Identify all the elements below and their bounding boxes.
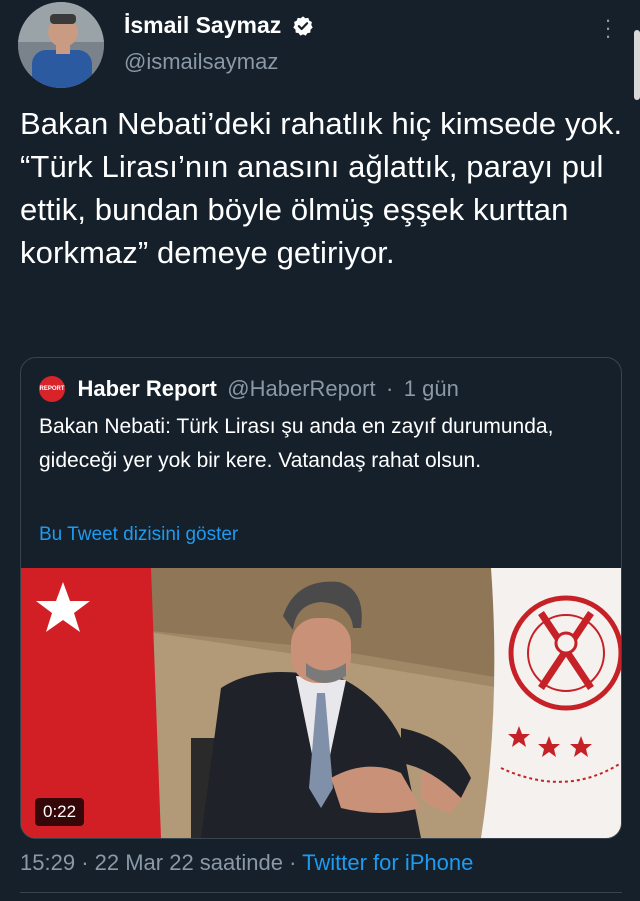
quoted-separator: · (386, 376, 394, 401)
tweet-header: İsmail Saymaz @ismailsaymaz · · · (18, 0, 622, 100)
divider (20, 892, 622, 893)
quoted-tweet-header: REPORT Haber Report @HaberReport · 1 gün (39, 376, 459, 406)
quoted-tweet-text: Bakan Nebati: Türk Lirası şu anda en zay… (39, 415, 554, 472)
tweet-text: Bakan Nebati’deki rahatlık hiç kimsede y… (20, 106, 623, 270)
author-names: İsmail Saymaz @ismailsaymaz (124, 12, 314, 75)
more-options-icon[interactable]: · · · (598, 9, 618, 47)
quoted-time: 1 gün (403, 376, 459, 401)
verified-badge-icon (293, 15, 313, 36)
haber-report-logo: REPORT (39, 376, 65, 402)
video-frame (21, 568, 621, 838)
profile-photo (18, 2, 104, 88)
tweet-meta: 15:29 · 22 Mar 22 saatinde · Twitter for… (20, 850, 473, 876)
tweet-time[interactable]: 15:29 (20, 850, 75, 875)
meta-separator: · (289, 850, 297, 875)
show-thread-link[interactable]: Bu Tweet dizisini göster (39, 524, 238, 546)
tweet-source[interactable]: Twitter for iPhone (302, 850, 473, 875)
avatar[interactable] (18, 2, 104, 88)
author-display-name[interactable]: İsmail Saymaz (124, 12, 281, 39)
quoted-tweet[interactable]: REPORT Haber Report @HaberReport · 1 gün… (20, 357, 622, 839)
video-duration: 0:22 (35, 798, 85, 826)
video-thumbnail[interactable]: 0:22 (21, 568, 621, 838)
meta-separator: · (81, 850, 89, 875)
quoted-handle: @HaberReport (227, 376, 376, 401)
author-handle[interactable]: @ismailsaymaz (124, 49, 314, 75)
quoted-display-name: Haber Report (77, 376, 217, 401)
scrollbar[interactable] (634, 30, 640, 100)
tweet-date[interactable]: 22 Mar 22 saatinde (95, 850, 283, 875)
